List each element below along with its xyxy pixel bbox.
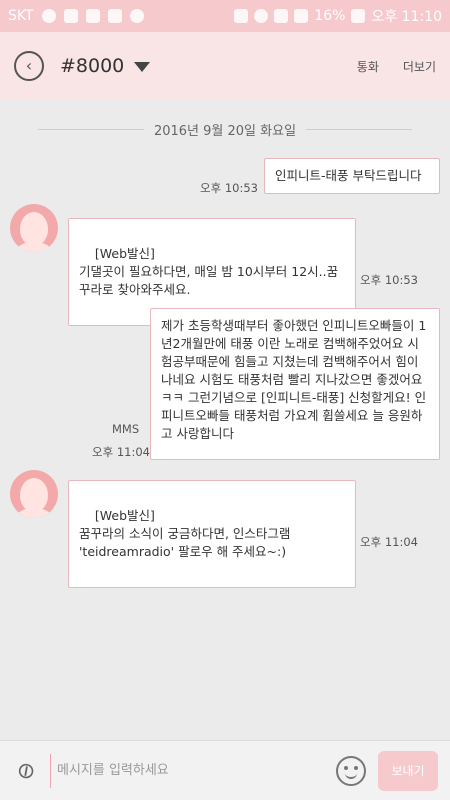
chevron-left-icon: ‹ xyxy=(25,56,33,75)
sent-message-bubble[interactable]: 인피니트-태풍 부탁드립니다 xyxy=(264,158,440,194)
sent-message-bubble[interactable]: 제가 초등학생때부터 좋아했던 인피니트오빠들이 1년2개월만에 태풍 이란 노… xyxy=(150,308,440,460)
call-button[interactable]: 통화 xyxy=(357,58,379,75)
date-label: 2016년 9월 20일 화요일 xyxy=(153,124,297,139)
wifi-icon xyxy=(274,9,289,23)
media-icon xyxy=(63,9,78,23)
battery-icon xyxy=(351,9,366,23)
messenger-icon xyxy=(129,9,144,23)
contact-title: #8000 xyxy=(60,55,125,77)
message-text: [Web발신] 기댈곳이 필요하다면, 매일 밤 10시부터 12시..꿈꾸라로… xyxy=(79,246,339,297)
alarm-icon xyxy=(254,9,269,23)
message-time: 오후 11:04 xyxy=(360,535,418,549)
more-button[interactable]: 더보기 xyxy=(403,58,436,75)
chat-icon xyxy=(85,9,100,23)
message-time: 오후 10:53 xyxy=(360,273,418,287)
clock: 오후 11:10 xyxy=(371,9,442,25)
message-text: 제가 초등학생때부터 좋아했던 인피니트오빠들이 1년2개월만에 태풍 이란 노… xyxy=(161,318,427,441)
message-text: 인피니트-태풍 부탁드립니다 xyxy=(275,168,422,183)
emoji-icon[interactable] xyxy=(336,755,366,786)
date-separator: 2016년 9월 20일 화요일 xyxy=(0,120,450,139)
battery-percent: 16% xyxy=(314,8,346,24)
message-list[interactable]: 2016년 9월 20일 화요일 인피니트-태풍 부탁드립니다 오후 10:53… xyxy=(0,100,450,740)
contact-dropdown[interactable]: #8000 xyxy=(60,55,151,77)
heart-icon xyxy=(41,9,56,23)
vibe-icon xyxy=(107,9,122,23)
received-message-bubble[interactable]: [Web발신] 꿈꾸라의 소식이 궁금하다면, 인스타그램 'teidreamr… xyxy=(68,480,356,588)
mute-icon xyxy=(234,9,249,23)
message-time: 오후 11:04 xyxy=(92,445,150,459)
send-button[interactable]: 보내기 xyxy=(378,750,438,791)
message-time: 오후 10:53 xyxy=(200,181,258,195)
status-bar: SKT 16% 오후 11:10 xyxy=(0,0,450,32)
attachment-icon[interactable]: ⊘ xyxy=(7,751,46,790)
carrier-label: SKT xyxy=(8,8,34,24)
sender-avatar xyxy=(10,204,58,252)
back-button[interactable]: ‹ xyxy=(14,51,44,81)
signal-icon xyxy=(294,9,309,23)
conversation-header: ‹ #8000 통화 더보기 xyxy=(0,32,450,100)
caret-down-icon xyxy=(134,62,151,72)
message-text: [Web발신] 꿈꾸라의 소식이 궁금하다면, 인스타그램 'teidreamr… xyxy=(79,508,291,559)
sender-avatar xyxy=(10,470,58,518)
message-input[interactable] xyxy=(50,753,336,788)
compose-bar: ⊘ 보내기 xyxy=(0,740,450,800)
mms-label: MMS xyxy=(112,422,140,436)
